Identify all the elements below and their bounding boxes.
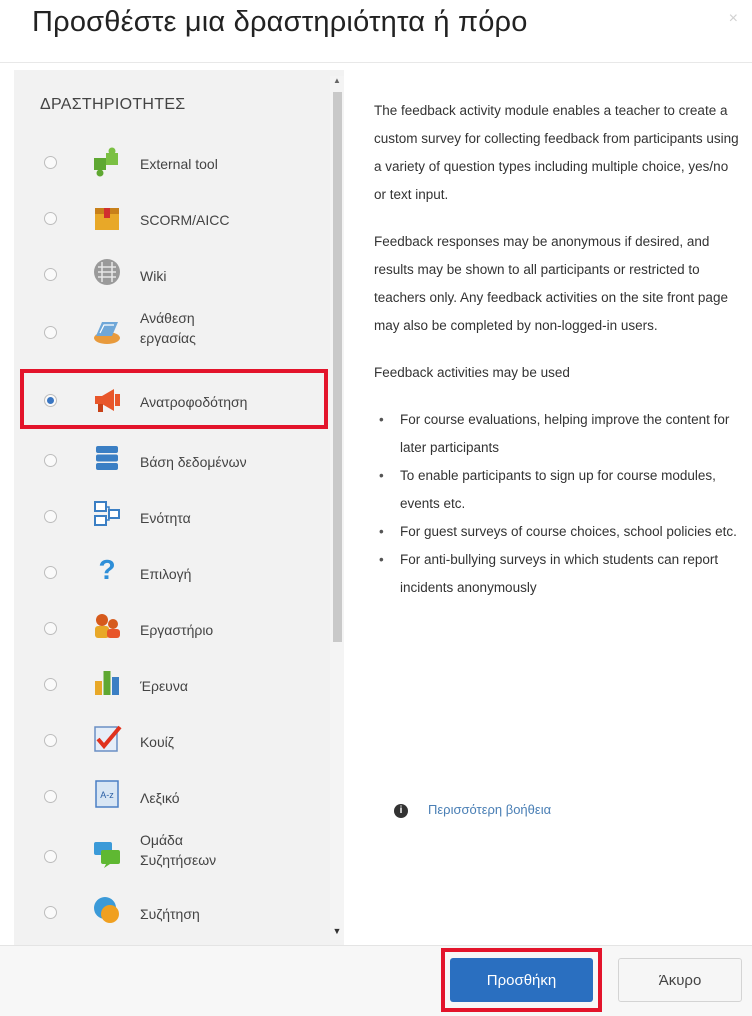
activity-radio[interactable] — [44, 734, 57, 747]
activity-radio[interactable] — [44, 268, 57, 281]
question-icon: ? — [98, 555, 115, 585]
assignment-icon — [94, 322, 120, 344]
activity-item-quiz[interactable]: Κουίζ — [30, 712, 326, 768]
activity-radio[interactable] — [44, 906, 57, 919]
activity-radio[interactable] — [44, 850, 57, 863]
description-paragraph: Feedback activities may be used — [374, 365, 570, 380]
chat-group-icon — [94, 842, 120, 868]
scroll-thumb[interactable] — [333, 92, 342, 642]
more-help: i Περισσότερη βοήθεια — [394, 802, 551, 818]
add-button-highlight — [441, 948, 602, 1012]
selected-activity-highlight — [20, 369, 328, 429]
bar-chart-icon — [95, 671, 119, 695]
activity-radio[interactable] — [44, 454, 57, 467]
activity-radio[interactable] — [44, 156, 57, 169]
activity-label: Έρευνα — [140, 678, 188, 694]
activity-label: Wiki — [140, 268, 167, 284]
lesson-icon — [94, 501, 120, 526]
activity-item-scorm[interactable]: SCORM/AICC — [30, 190, 326, 246]
activity-label: Συζήτηση — [140, 906, 200, 922]
activity-label: Λεξικό — [140, 790, 180, 806]
info-icon: i — [394, 803, 408, 818]
description-bullet: For guest surveys of course choices, sch… — [379, 518, 740, 546]
wiki-icon — [94, 259, 120, 285]
list-scrollbar[interactable]: ▲ ▼ — [330, 76, 344, 940]
activity-item-lesson[interactable]: Ενότητα — [30, 488, 326, 544]
cancel-button[interactable]: Άκυρο — [618, 958, 742, 1002]
activity-radio[interactable] — [44, 678, 57, 691]
activity-label: Ομάδα Συζητήσεων — [140, 832, 217, 868]
activity-radio[interactable] — [44, 566, 57, 579]
description-paragraph: Feedback responses may be anonymous if d… — [374, 234, 728, 333]
chat-bubble-icon — [94, 897, 119, 923]
activity-label: External tool — [140, 156, 218, 172]
glossary-icon: A-z — [95, 780, 119, 808]
activity-radio[interactable] — [44, 326, 57, 339]
activity-radio[interactable] — [44, 510, 57, 523]
activity-item-assignment[interactable]: Ανάθεση εργασίας — [30, 302, 326, 358]
more-help-link[interactable]: Περισσότερη βοήθεια — [428, 802, 551, 817]
description-bullet: For course evaluations, helping improve … — [379, 406, 740, 462]
database-icon — [96, 446, 118, 470]
puzzle-icon — [94, 147, 118, 177]
activity-item-choice[interactable]: ? Επιλογή — [30, 544, 326, 600]
activity-item-external-tool[interactable]: External tool — [30, 134, 326, 190]
activity-description: The feedback activity module enables a t… — [374, 97, 740, 602]
activity-label: Ανάθεση εργασίας — [140, 310, 196, 346]
activity-item-forum[interactable]: Συζήτηση — [30, 884, 326, 940]
activity-label: Εργαστήριο — [140, 622, 214, 638]
description-list: For course evaluations, helping improve … — [374, 406, 740, 602]
activity-label: Βάση δεδομένων — [140, 454, 247, 470]
activity-radio[interactable] — [44, 790, 57, 803]
activity-radio[interactable] — [44, 622, 57, 635]
activity-item-chat[interactable]: Ομάδα Συζητήσεων — [30, 824, 326, 880]
close-icon[interactable]: × — [729, 10, 738, 28]
activity-radio[interactable] — [44, 212, 57, 225]
activity-label: SCORM/AICC — [140, 212, 230, 228]
description-paragraph: The feedback activity module enables a t… — [374, 103, 739, 202]
description-bullet: For anti-bullying surveys in which stude… — [379, 546, 740, 602]
workshop-icon — [95, 614, 120, 638]
scorm-package-icon — [95, 208, 119, 230]
svg-text:A-z: A-z — [100, 790, 114, 800]
activity-item-glossary[interactable]: A-z Λεξικό — [30, 768, 326, 824]
activity-item-wiki[interactable]: Wiki — [30, 246, 326, 302]
activity-item-database[interactable]: Βάση δεδομένων — [30, 432, 326, 488]
activity-item-workshop[interactable]: Εργαστήριο — [30, 600, 326, 656]
description-bullet: To enable participants to sign up for co… — [379, 462, 740, 518]
activity-item-survey[interactable]: Έρευνα — [30, 656, 326, 712]
svg-text:?: ? — [98, 555, 115, 585]
scroll-up-arrow-icon[interactable]: ▲ — [330, 76, 344, 90]
category-heading: ΔΡΑΣΤΗΡΙΟΤΗΤΕΣ — [40, 96, 186, 113]
scroll-down-arrow-icon[interactable]: ▼ — [330, 926, 344, 940]
activity-label: Επιλογή — [140, 566, 192, 582]
header-divider — [0, 62, 752, 63]
activity-label: Ενότητα — [140, 510, 191, 526]
dialog-title: Προσθέστε μια δραστηριότητα ή πόρο — [32, 6, 528, 38]
quiz-check-icon — [94, 725, 122, 752]
activity-label: Κουίζ — [140, 734, 174, 750]
